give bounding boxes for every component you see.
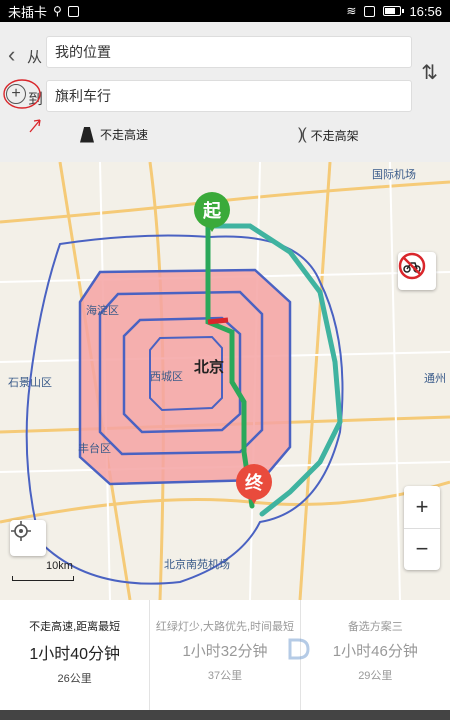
wifi-icon: ≋ xyxy=(346,4,357,18)
map-view[interactable]: 国际机场 海淀区 西城区 石景山区 丰台区 通州 北京南苑机场 北京 起 终 +… xyxy=(0,162,450,600)
map-label-airport: 国际机场 xyxy=(372,169,416,181)
map-label-nanyuan-airport: 北京南苑机场 xyxy=(164,559,230,571)
plan-tag: 备选方案三 xyxy=(347,621,403,633)
battery-icon xyxy=(383,6,405,16)
route-panel: ‹ 从 我的位置 + 到 旗利车行 ⇅ 不走高速 )( 不走高架 xyxy=(0,22,450,162)
watermark-d-icon xyxy=(288,638,310,660)
end-marker[interactable]: 终 xyxy=(236,464,272,508)
back-button[interactable]: ‹ xyxy=(8,42,22,68)
start-marker-label: 起 xyxy=(194,192,230,228)
end-marker-label: 终 xyxy=(236,464,272,500)
status-bar: 未插卡 ⚲ ≋ 16:56 xyxy=(0,0,450,22)
scale-label: 10km xyxy=(46,560,73,572)
location-icon: ⚲ xyxy=(53,4,62,18)
map-label-city: 北京 xyxy=(194,359,225,376)
plan-distance: 29公里 xyxy=(358,670,393,682)
clock-text: 16:56 xyxy=(409,3,442,19)
map-label-fengtai: 丰台区 xyxy=(78,443,111,455)
zoom-in-button[interactable]: + xyxy=(404,486,440,528)
to-label: 到 xyxy=(28,91,44,108)
avoid-highway-label: 不走高速 xyxy=(100,128,149,142)
plan-time: 1小时32分钟 xyxy=(182,643,268,660)
route-plan-2[interactable]: 红绿灯少,大路优先,时间最短 1小时32分钟 37公里 xyxy=(149,600,299,710)
plan-time: 1小时40分钟 xyxy=(29,646,121,663)
avoid-elevated-label: 不走高架 xyxy=(310,128,359,143)
crosshair-icon xyxy=(11,521,31,541)
zoom-controls: + − xyxy=(404,486,440,570)
bottom-edge xyxy=(0,710,450,720)
map-label-haidian: 海淀区 xyxy=(86,305,119,317)
no-motorcycle-icon xyxy=(398,252,426,280)
no-motorcycle-button[interactable] xyxy=(398,252,436,290)
map-label-shijingshan: 石景山区 xyxy=(8,377,52,389)
carrier-text: 未插卡 xyxy=(8,4,48,20)
swap-direction-button[interactable]: ⇅ xyxy=(421,60,438,85)
locate-button[interactable] xyxy=(10,520,46,556)
no-highway-icon xyxy=(80,126,94,143)
map-label-xicheng: 西城区 xyxy=(150,371,183,383)
to-input[interactable]: 旗利车行 xyxy=(46,80,412,112)
map-label-tongzhou: 通州 xyxy=(424,373,446,385)
no-elevated-icon: )( xyxy=(298,126,307,143)
sim-icon xyxy=(364,5,376,17)
image-notification-icon xyxy=(67,5,79,17)
from-input[interactable]: 我的位置 xyxy=(46,36,412,68)
plan-distance: 26公里 xyxy=(57,673,92,685)
plan-tag: 红绿灯少,大路优先,时间最短 xyxy=(155,621,295,633)
avoid-highway-option[interactable]: 不走高速 xyxy=(80,126,148,143)
start-marker[interactable]: 起 xyxy=(194,192,230,236)
plan-tag: 不走高速,距离最短 xyxy=(29,621,121,633)
route-plan-1[interactable]: 不走高速,距离最短 1小时40分钟 26公里 xyxy=(0,600,149,710)
avoid-elevated-option[interactable]: )( 不走高架 xyxy=(298,126,359,144)
plan-distance: 37公里 xyxy=(207,670,243,682)
watermark-logo-icon xyxy=(286,634,396,664)
zoom-out-button[interactable]: − xyxy=(404,527,440,571)
from-label: 从 xyxy=(27,49,43,66)
add-waypoint-button[interactable]: + xyxy=(6,84,26,104)
scale-bar xyxy=(12,576,74,581)
